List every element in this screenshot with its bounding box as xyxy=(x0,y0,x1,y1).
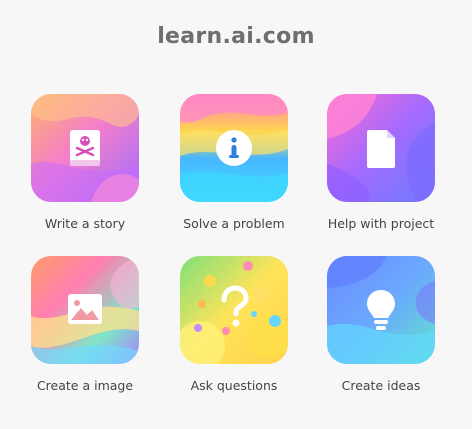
document-icon xyxy=(367,130,395,168)
help-with-project-tile[interactable] xyxy=(327,94,435,202)
app-label: Solve a problem xyxy=(183,216,285,231)
create-ideas-tile[interactable] xyxy=(327,256,435,364)
app-create-ideas[interactable]: Create ideas xyxy=(316,256,446,393)
app-help-with-project[interactable]: Help with project xyxy=(316,94,446,231)
question-mark-icon xyxy=(221,285,249,327)
app-create-a-image[interactable]: Create a image xyxy=(20,256,150,393)
lightbulb-icon xyxy=(367,290,395,330)
app-label: Help with project xyxy=(327,216,435,231)
write-a-story-tile[interactable] xyxy=(31,94,139,202)
app-label: Create ideas xyxy=(341,378,421,393)
info-icon xyxy=(216,130,252,166)
site-title: learn.ai.com xyxy=(157,24,315,49)
app-label: Ask questions xyxy=(190,378,278,393)
solve-a-problem-tile[interactable] xyxy=(180,94,288,202)
create-a-image-tile[interactable] xyxy=(31,256,139,364)
ask-questions-tile[interactable] xyxy=(180,256,288,364)
app-solve-a-problem[interactable]: Solve a problem xyxy=(169,94,299,231)
book-skull-icon xyxy=(70,130,100,166)
app-write-a-story[interactable]: Write a story xyxy=(20,94,150,231)
app-label: Create a image xyxy=(36,378,134,393)
app-ask-questions[interactable]: Ask questions xyxy=(169,256,299,393)
app-label: Write a story xyxy=(44,216,126,231)
image-icon xyxy=(68,294,102,324)
